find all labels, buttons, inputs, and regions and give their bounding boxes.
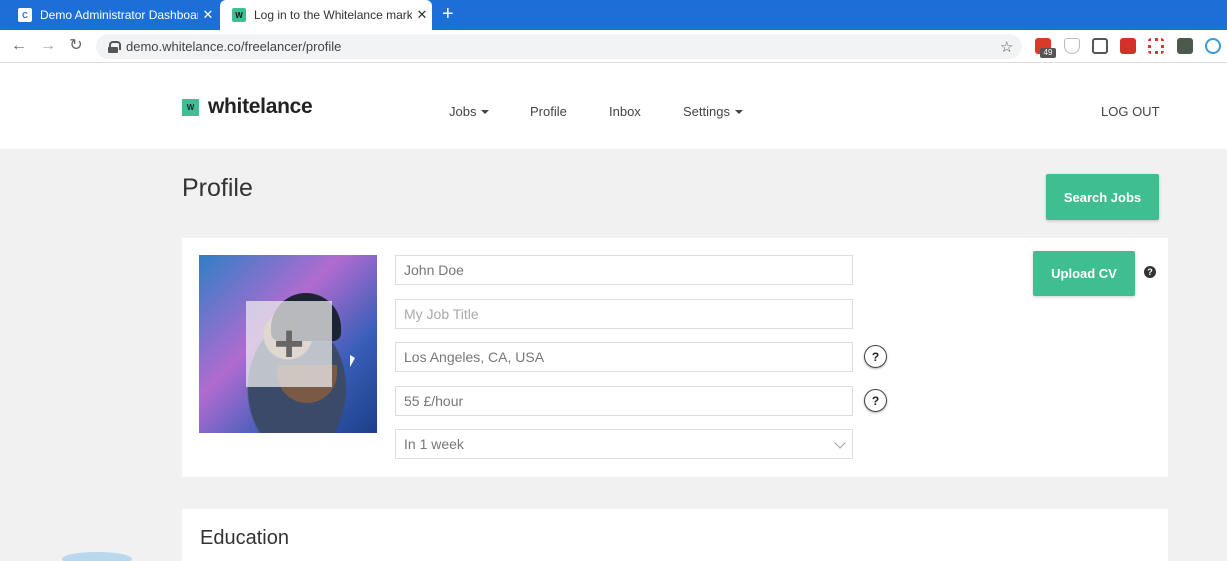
logout-link[interactable]: LOG OUT xyxy=(1101,104,1160,119)
tab-whitelance-login[interactable]: W Log in to the Whitelance marketp ✕ xyxy=(220,0,432,30)
location-help-icon[interactable]: ? xyxy=(864,345,887,368)
plus-icon: + xyxy=(273,315,305,373)
tab-title: Demo Administrator Dashboard xyxy=(40,8,198,22)
nav-profile-label: Profile xyxy=(530,104,567,119)
nav-jobs-label: Jobs xyxy=(449,104,477,119)
url-text[interactable]: demo.whitelance.co/freelancer/profile xyxy=(126,39,1000,54)
tab-admin-dashboard[interactable]: C Demo Administrator Dashboard ✕ xyxy=(0,0,218,30)
browser-toolbar: ← → ↻ demo.whitelance.co/freelancer/prof… xyxy=(0,30,1227,63)
browser-tabbar: C Demo Administrator Dashboard ✕ W Log i… xyxy=(0,0,1227,30)
tab-close-icon[interactable]: ✕ xyxy=(412,7,432,23)
nav-profile[interactable]: Profile xyxy=(530,104,567,119)
dashboard-favicon-icon: C xyxy=(18,8,32,22)
tab-title: Log in to the Whitelance marketp xyxy=(254,8,412,22)
whitelance-logo[interactable]: W whitelance xyxy=(182,95,313,119)
logo-mark-icon: W xyxy=(182,98,199,116)
camera-extension-icon[interactable] xyxy=(1092,38,1108,54)
site-header: W whitelance Jobs Profile Inbox Settings… xyxy=(0,63,1227,149)
search-jobs-button[interactable]: Search Jobs xyxy=(1046,174,1159,220)
chevron-down-icon xyxy=(834,437,846,449)
extension-badge: 49 xyxy=(1040,48,1056,58)
whitelance-favicon-icon: W xyxy=(232,8,246,22)
page-title: Profile xyxy=(182,174,253,202)
mouse-cursor-icon xyxy=(350,355,355,367)
reload-icon[interactable]: ↻ xyxy=(66,36,86,56)
availability-value: In 1 week xyxy=(404,436,464,452)
nav-inbox[interactable]: Inbox xyxy=(609,104,641,119)
link-extension-icon[interactable] xyxy=(1205,38,1221,54)
nav-inbox-label: Inbox xyxy=(609,104,641,119)
back-arrow-icon[interactable]: ← xyxy=(9,36,29,56)
availability-select[interactable]: In 1 week xyxy=(395,429,853,459)
pdf-extension-icon[interactable] xyxy=(1120,38,1136,54)
profile-card: + John Doe My Job Title Los Angeles, CA,… xyxy=(182,238,1168,477)
shield-extension-icon[interactable] xyxy=(1064,38,1080,54)
education-title: Education xyxy=(200,527,289,549)
address-bar[interactable]: demo.whitelance.co/freelancer/profile ☆ xyxy=(96,34,1022,59)
b-extension-icon[interactable] xyxy=(1177,38,1193,54)
profile-photo[interactable]: + xyxy=(199,255,377,433)
nav-settings-label: Settings xyxy=(683,104,730,119)
bookmark-star-icon[interactable]: ☆ xyxy=(1000,38,1022,56)
new-tab-icon[interactable]: + xyxy=(442,4,454,24)
education-card: Education xyxy=(182,509,1168,561)
cv-help-icon[interactable]: ? xyxy=(1144,266,1156,278)
nav-settings[interactable]: Settings xyxy=(683,104,743,119)
chat-widget-glow[interactable] xyxy=(62,552,132,561)
hourly-rate-field[interactable]: 55 £/hour xyxy=(395,386,853,416)
upload-photo-overlay[interactable]: + xyxy=(246,301,332,387)
color-picker-extension-icon[interactable] xyxy=(1148,38,1164,54)
upload-cv-button[interactable]: Upload CV xyxy=(1033,251,1135,296)
lock-icon xyxy=(108,40,121,53)
job-title-field[interactable]: My Job Title xyxy=(395,299,853,329)
logo-text: whitelance xyxy=(208,95,313,118)
chevron-down-icon xyxy=(734,109,743,114)
rate-help-icon[interactable]: ? xyxy=(864,389,887,412)
nav-jobs[interactable]: Jobs xyxy=(449,104,490,119)
chevron-down-icon xyxy=(481,109,490,114)
forward-arrow-icon[interactable]: → xyxy=(38,36,58,56)
location-field[interactable]: Los Angeles, CA, USA xyxy=(395,342,853,372)
name-field[interactable]: John Doe xyxy=(395,255,853,285)
tab-close-icon[interactable]: ✕ xyxy=(198,7,218,23)
